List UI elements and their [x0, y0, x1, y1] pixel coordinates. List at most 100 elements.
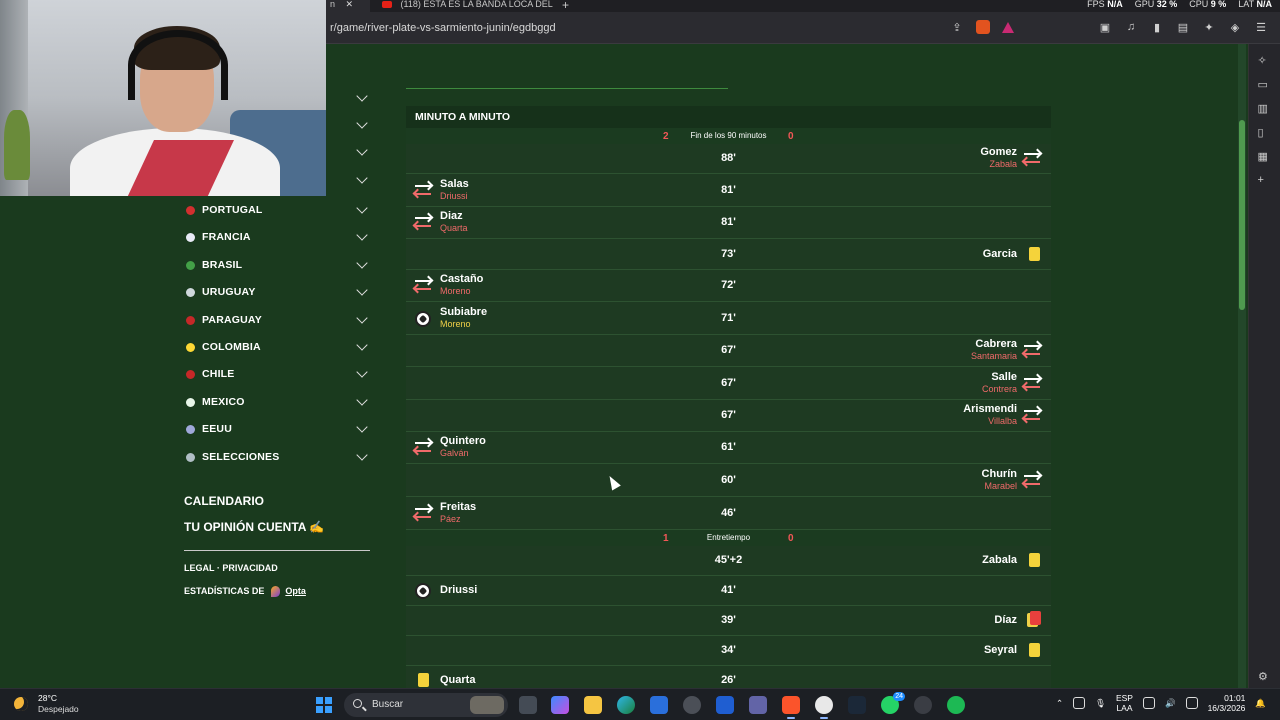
chevron-down-icon[interactable]: [356, 421, 368, 433]
whatsapp-icon[interactable]: 24: [881, 692, 905, 714]
nav-row-hidden-1[interactable]: [184, 88, 370, 112]
event-minute: 71': [721, 312, 736, 324]
edge-icon[interactable]: [617, 696, 635, 714]
yellow-card-icon: [1029, 247, 1040, 261]
task-view-icon[interactable]: [519, 696, 537, 714]
file-explorer-icon[interactable]: [584, 696, 602, 714]
tray-overflow-icon[interactable]: ⌃: [1056, 698, 1063, 709]
nav-item-eeuu[interactable]: EEUU: [184, 419, 370, 443]
store-icon[interactable]: [650, 696, 668, 714]
substitution-icon: [415, 278, 433, 294]
chevron-down-icon[interactable]: [356, 90, 368, 102]
event-player: Gomez: [980, 146, 1017, 158]
clock-app-icon[interactable]: [914, 696, 932, 714]
yellow-card-icon: [1029, 643, 1040, 657]
event-row: 71' Subiabre Moreno: [406, 302, 1051, 335]
new-tab-button[interactable]: +: [562, 0, 569, 12]
event-row: 46' Freitas Páez: [406, 497, 1051, 530]
music-icon[interactable]: ♫: [1124, 20, 1138, 34]
nav-item-portugal[interactable]: PORTUGAL: [184, 200, 370, 224]
nav-item-francia[interactable]: FRANCIA: [184, 227, 370, 251]
battery-icon[interactable]: [1185, 697, 1198, 709]
nav-item-label: COLOMBIA: [202, 341, 261, 353]
chevron-down-icon[interactable]: [356, 366, 368, 379]
nav-row-hidden-4[interactable]: [184, 170, 370, 194]
chevron-down-icon[interactable]: [356, 448, 368, 461]
brave-rewards-icon[interactable]: [1002, 21, 1014, 33]
chevron-down-icon[interactable]: [356, 311, 368, 324]
full-time-away-score: 0: [788, 131, 794, 142]
nav-row-hidden-2[interactable]: [184, 115, 370, 139]
settings-app-icon[interactable]: [683, 696, 701, 714]
chevron-down-icon[interactable]: [356, 257, 368, 269]
flag-icon: [186, 370, 195, 380]
display-icon[interactable]: [1142, 697, 1155, 709]
url-field[interactable]: r/game/river-plate-vs-sarmiento-junin/eg…: [330, 22, 556, 34]
settings-gear-icon[interactable]: ⚙: [1258, 670, 1272, 684]
nav-item-mexico[interactable]: MEXICO: [184, 392, 370, 416]
vpn-icon[interactable]: ◈: [1228, 20, 1242, 34]
nav-item-brasil[interactable]: BRASIL: [184, 255, 370, 279]
chevron-down-icon[interactable]: [356, 117, 368, 129]
nav-item-uruguay[interactable]: URUGUAY: [184, 282, 370, 306]
sidebar-toggle-icon[interactable]: ▮: [1150, 20, 1164, 34]
reading-list-icon[interactable]: ▦: [1258, 150, 1272, 164]
news-icon[interactable]: ▥: [1258, 102, 1272, 116]
lat-value: N/A: [1256, 0, 1273, 9]
microphone-icon[interactable]: 🎙: [1095, 698, 1106, 709]
page-scrollbar-thumb[interactable]: [1239, 120, 1245, 310]
chevron-down-icon[interactable]: [356, 339, 368, 351]
add-panel-icon[interactable]: +: [1258, 174, 1272, 188]
search-placeholder: Buscar: [372, 699, 404, 710]
close-icon[interactable]: ✕: [346, 0, 354, 9]
language-indicator[interactable]: ESP LAA: [1116, 693, 1133, 713]
second-yellow-red-card-icon: [1027, 611, 1041, 627]
feedback-link[interactable]: TU OPINIÓN CUENTA ✍️: [184, 520, 324, 534]
notifications-icon[interactable]: 🔔: [1255, 698, 1266, 709]
nav-item-chile[interactable]: CHILE: [184, 364, 370, 388]
brave-shield-icon[interactable]: [976, 20, 990, 34]
steam-icon[interactable]: [848, 696, 866, 714]
teams-icon[interactable]: [749, 696, 767, 714]
nav-item-paraguay[interactable]: PARAGUAY: [184, 310, 370, 334]
chevron-down-icon[interactable]: [356, 144, 368, 156]
event-secondary-player: Quarta: [440, 223, 468, 233]
volume-icon[interactable]: 🔊: [1165, 698, 1176, 709]
leo-ai-icon[interactable]: ✧: [1258, 54, 1272, 68]
chevron-down-icon[interactable]: [356, 172, 368, 184]
chevron-down-icon[interactable]: [356, 394, 368, 406]
nav-row-hidden-3[interactable]: [184, 142, 370, 166]
screenshot-icon[interactable]: ▣: [1098, 20, 1112, 34]
privacy-link[interactable]: PRIVACIDAD: [222, 563, 277, 573]
dropbox-icon[interactable]: [1073, 697, 1086, 709]
chevron-down-icon[interactable]: [356, 229, 368, 242]
legal-link[interactable]: LEGAL: [184, 563, 214, 573]
nav-item-label: MEXICO: [202, 395, 245, 408]
clock[interactable]: 01:01 16/3/2026: [1208, 693, 1246, 713]
obs-icon[interactable]: [815, 696, 833, 719]
vscode-icon[interactable]: [716, 696, 734, 714]
opta-link[interactable]: Opta: [285, 586, 306, 596]
spotify-icon[interactable]: [947, 696, 965, 714]
copilot-icon[interactable]: [551, 696, 569, 714]
wallet-panel-icon[interactable]: ▭: [1258, 78, 1272, 92]
start-button-icon[interactable]: [316, 697, 332, 713]
tab-youtube[interactable]: (118) ESTA ES LA BANDA LOCA DEL: [378, 0, 554, 12]
full-time-label: Fin de los 90 minutos: [690, 131, 767, 140]
wallet-icon[interactable]: ▤: [1176, 20, 1190, 34]
chevron-down-icon[interactable]: [356, 284, 368, 296]
substitution-icon: [415, 183, 433, 199]
menu-icon[interactable]: ☰: [1254, 20, 1268, 34]
nav-item-selecciones[interactable]: SELECCIONES: [184, 447, 370, 471]
chevron-down-icon[interactable]: [356, 202, 368, 214]
taskbar-search[interactable]: Buscar: [344, 693, 508, 717]
nav-item-colombia[interactable]: COLOMBIA: [184, 337, 370, 361]
tab-current[interactable]: n ✕: [326, 0, 370, 12]
share-icon[interactable]: ⇪: [950, 20, 964, 34]
calendar-link[interactable]: CALENDARIO: [184, 494, 264, 508]
flag-icon: [186, 343, 195, 352]
event-row: 45'+2 Zabala: [406, 546, 1051, 576]
extensions-icon[interactable]: ✦: [1202, 20, 1216, 34]
bookmarks-icon[interactable]: ▯: [1258, 126, 1272, 140]
brave-icon[interactable]: [782, 696, 800, 719]
